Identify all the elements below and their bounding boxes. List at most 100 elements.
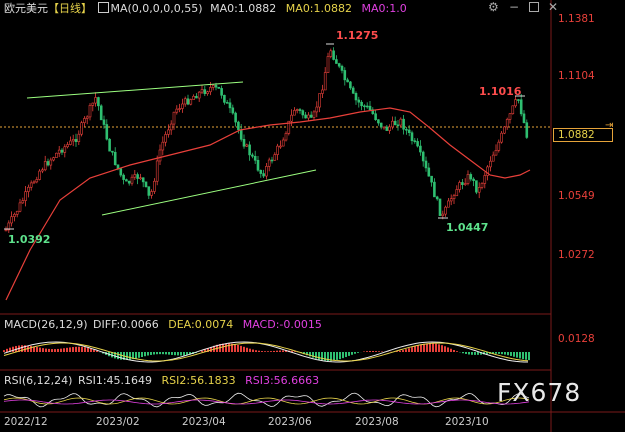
candle-body <box>46 161 50 166</box>
price-marker-icon: ⇥ <box>605 120 614 131</box>
candle-body <box>203 89 207 94</box>
rsi-label: RSI(6,12,24) <box>4 374 73 387</box>
candle-body <box>461 182 464 185</box>
x-label-6: 2023/10 <box>445 416 489 428</box>
candle-body <box>374 113 377 121</box>
candle-body <box>480 183 484 188</box>
candle-body <box>388 126 391 131</box>
candle-body <box>424 160 428 169</box>
ma-value-3: MA0:1.0 <box>361 2 407 15</box>
candle-body <box>382 126 386 129</box>
candle-body <box>447 200 450 208</box>
candle-body <box>413 140 417 143</box>
candle-body <box>150 191 153 196</box>
candle-body <box>158 149 162 162</box>
candle-body <box>10 216 13 224</box>
candle-body <box>66 144 69 148</box>
candle-body <box>245 144 249 147</box>
candle-body <box>323 72 327 91</box>
candle-body <box>354 93 358 101</box>
candle-body <box>379 122 383 128</box>
rsi3-value: RSI3:56.6663 <box>245 374 320 387</box>
macd-value: MACD:-0.0015 <box>242 318 322 331</box>
candle-body <box>237 121 240 131</box>
candle-body <box>385 126 389 131</box>
candle-body <box>281 139 285 147</box>
candle-body <box>318 93 321 108</box>
price-label-2: 1.1104 <box>558 70 595 82</box>
candle-body <box>519 99 523 115</box>
candle-body <box>71 139 75 142</box>
period-label[interactable]: 【日线】 <box>48 2 92 15</box>
candle-body <box>421 151 425 162</box>
restore-icon[interactable] <box>529 2 539 12</box>
candle-body <box>4 229 8 232</box>
x-label-1: 2022/12 <box>4 416 48 428</box>
candle-body <box>525 122 529 138</box>
candle-body <box>189 99 193 105</box>
candle-body <box>351 87 355 94</box>
candle-body <box>365 105 369 108</box>
low-label-2: 1.0447 <box>446 221 489 234</box>
candle-body <box>69 140 72 145</box>
candle-body <box>88 105 92 118</box>
candle-body <box>178 108 181 110</box>
candle-body <box>102 119 106 125</box>
candle-body <box>262 173 265 177</box>
candle-body <box>273 154 277 161</box>
candle-body <box>63 146 67 153</box>
candle-body <box>363 105 366 108</box>
candle-body <box>21 200 25 204</box>
candle-body <box>94 97 97 104</box>
macd-dea: DEA:0.0074 <box>168 318 234 331</box>
candle-body <box>211 85 215 88</box>
candle-body <box>49 159 53 166</box>
candle-body <box>80 122 83 135</box>
candle-body <box>435 196 439 200</box>
candle-body <box>24 191 27 201</box>
candle-body <box>329 50 333 57</box>
candle-body <box>38 170 41 180</box>
price-label-4: 1.0272 <box>558 249 595 261</box>
gear-icon[interactable]: ⚙ <box>488 0 499 14</box>
candle-body <box>119 168 123 176</box>
candle-body <box>144 181 148 187</box>
rsi3-line <box>3 399 530 405</box>
candle-body <box>74 139 78 142</box>
candle-body <box>242 139 246 147</box>
candle-body <box>220 88 223 96</box>
candle-body <box>217 86 221 89</box>
candle-body <box>335 59 338 64</box>
candle-body <box>508 113 512 120</box>
candle-body <box>256 159 260 171</box>
candle-body <box>27 186 30 192</box>
macd-header: MACD(26,12,9) DIFF:0.0066 DEA:0.0074 MAC… <box>4 318 322 332</box>
ma-indicator-label: MA(0,0,0,0,0,55) <box>110 2 203 15</box>
candle-body <box>225 102 229 104</box>
candle-body <box>511 105 515 115</box>
candle-body <box>125 179 128 182</box>
x-label-5: 2023/08 <box>355 416 399 428</box>
candle-body <box>214 85 218 88</box>
candle-body <box>477 187 481 193</box>
close-icon[interactable]: ✕ <box>548 0 558 14</box>
candle-body <box>231 107 235 114</box>
candle-body <box>349 81 352 89</box>
candle-body <box>183 98 187 105</box>
candle-body <box>41 169 44 172</box>
macd-diff: DIFF:0.0066 <box>93 318 159 331</box>
candle-body <box>141 177 145 183</box>
candle-body <box>167 129 170 135</box>
current-price-box: 1.0882 <box>553 128 613 142</box>
candle-body <box>441 213 445 216</box>
candle-body <box>97 97 100 107</box>
candle-body <box>270 159 274 162</box>
candle-body <box>175 108 179 113</box>
chart-canvas[interactable] <box>0 0 625 432</box>
candle-body <box>181 103 184 109</box>
ma-value-2: MA0:1.0882 <box>285 2 353 15</box>
candle-body <box>55 152 58 158</box>
minimize-icon[interactable]: − <box>509 0 519 14</box>
candle-body <box>407 129 411 133</box>
candle-body <box>393 120 397 126</box>
